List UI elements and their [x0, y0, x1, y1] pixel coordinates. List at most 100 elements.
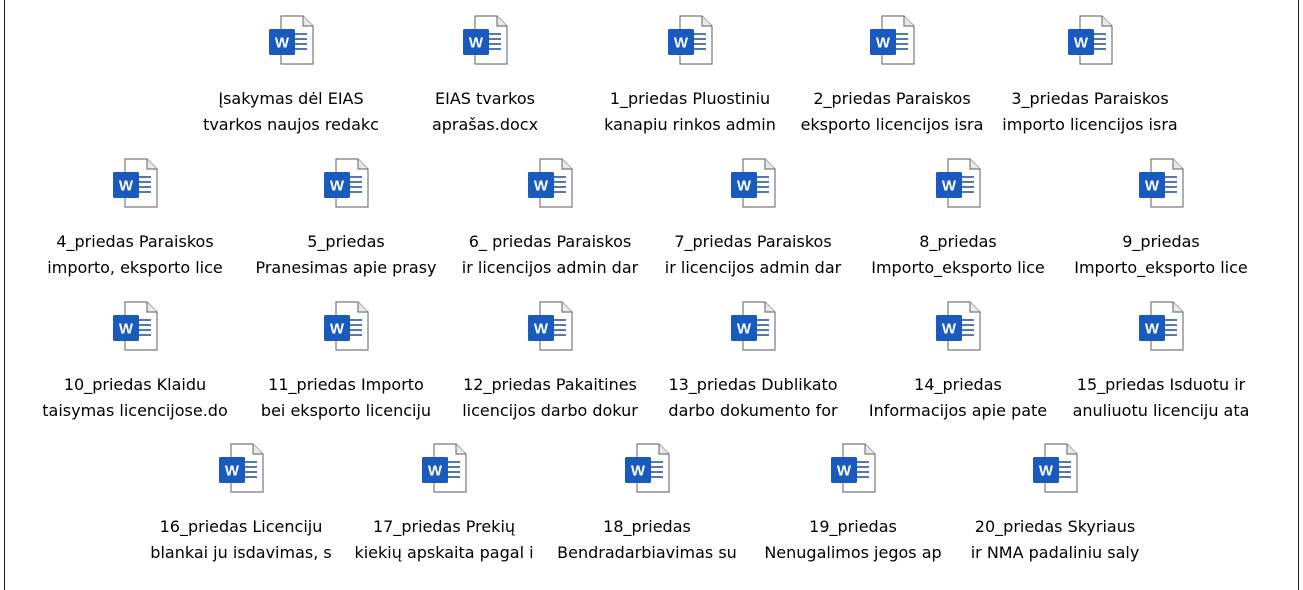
- word-document-icon: W: [211, 438, 271, 498]
- svg-text:W: W: [330, 321, 345, 338]
- word-document-icon: W: [520, 296, 580, 356]
- word-document-icon: W: [1025, 438, 1085, 498]
- file-name-label: 7_priedas Paraiskos ir licencijos admin …: [643, 229, 863, 281]
- file-item-22[interactable]: W 20_priedas Skyriaus ir NMA padaliniu s…: [945, 438, 1165, 573]
- file-item-15[interactable]: W 13_priedas Dublikato darbo dokumento f…: [643, 296, 863, 431]
- svg-text:W: W: [225, 463, 240, 480]
- file-name-line-2: importo licencijos isra: [1002, 115, 1178, 134]
- file-name-label: 3_priedas Paraiskos importo licencijos i…: [980, 86, 1200, 138]
- svg-text:W: W: [469, 35, 484, 52]
- file-name-line-1: 8_priedas: [919, 232, 997, 251]
- word-document-icon: W: [823, 438, 883, 498]
- word-document-icon: W: [316, 153, 376, 213]
- file-name-line-2: Bendradarbiavimas su: [557, 543, 737, 562]
- file-name-line-1: 2_priedas Paraiskos: [813, 89, 971, 108]
- file-item-7[interactable]: W 5_priedas Pranesimas apie prasy: [236, 153, 456, 288]
- file-name-label: 16_priedas Licenciju blankai ju isdavima…: [131, 514, 351, 566]
- file-item-20[interactable]: W 18_priedas Bendradarbiavimas su: [537, 438, 757, 573]
- file-name-line-1: 10_priedas Klaidu: [63, 375, 207, 394]
- file-item-13[interactable]: W 11_priedas Importo bei eksporto licenc…: [236, 296, 456, 431]
- file-item-4[interactable]: W 2_priedas Paraiskos eksporto licencijo…: [782, 10, 1002, 145]
- file-name-line-1: 16_priedas Licenciju: [159, 517, 323, 536]
- word-document-icon: W: [928, 153, 988, 213]
- file-name-label: 12_priedas Pakaitines licencijos darbo d…: [440, 372, 660, 424]
- word-document-icon: W: [414, 438, 474, 498]
- file-name-line-1: Įsakymas dėl EIAS: [218, 89, 364, 108]
- file-item-6[interactable]: W 4_priedas Paraiskos importo, eksporto …: [25, 153, 245, 288]
- svg-text:W: W: [942, 178, 957, 195]
- file-name-line-1: 19_priedas: [809, 517, 897, 536]
- file-name-line-1: 17_priedas Prekių: [372, 517, 516, 536]
- file-name-label: 20_priedas Skyriaus ir NMA padaliniu sal…: [945, 514, 1165, 566]
- file-name-label: 19_priedas Nenugalimos jegos ap: [743, 514, 963, 566]
- file-name-label: 13_priedas Dublikato darbo dokumento for: [643, 372, 863, 424]
- svg-text:W: W: [428, 463, 443, 480]
- file-name-line-1: 14_priedas: [914, 375, 1002, 394]
- file-name-line-1: 1_priedas Pluostiniu: [609, 89, 771, 108]
- file-name-line-2: tvarkos naujos redakc: [203, 115, 379, 134]
- svg-text:W: W: [534, 321, 549, 338]
- file-item-19[interactable]: W 17_priedas Prekių kiekių apskaita paga…: [334, 438, 554, 573]
- file-name-label: 11_priedas Importo bei eksporto licencij…: [236, 372, 456, 424]
- word-document-icon: W: [660, 10, 720, 70]
- file-name-line-1: 18_priedas: [603, 517, 691, 536]
- svg-text:W: W: [534, 178, 549, 195]
- file-name-label: 4_priedas Paraiskos importo, eksporto li…: [25, 229, 245, 281]
- file-name-line-1: EIAS tvarkos: [435, 89, 535, 108]
- file-name-line-1: 6_ priedas Paraiskos: [468, 232, 632, 251]
- file-name-line-2: kiekių apskaita pagal i: [354, 543, 534, 562]
- file-item-2[interactable]: W EIAS tvarkos aprašas.docx: [375, 10, 595, 145]
- svg-text:W: W: [275, 35, 290, 52]
- file-name-line-1: 3_priedas Paraiskos: [1011, 89, 1169, 108]
- file-name-line-2: ir licencijos admin dar: [664, 258, 842, 277]
- file-item-8[interactable]: W 6_ priedas Paraiskos ir licencijos adm…: [440, 153, 660, 288]
- file-item-14[interactable]: W 12_priedas Pakaitines licencijos darbo…: [440, 296, 660, 431]
- file-name-label: 5_priedas Pranesimas apie prasy: [236, 229, 456, 281]
- file-name-label: 2_priedas Paraiskos eksporto licencijos …: [782, 86, 1002, 138]
- word-document-icon: W: [1060, 10, 1120, 70]
- file-item-5[interactable]: W 3_priedas Paraiskos importo licencijos…: [980, 10, 1200, 145]
- svg-text:W: W: [119, 321, 134, 338]
- file-name-label: 6_ priedas Paraiskos ir licencijos admin…: [440, 229, 660, 281]
- file-name-line-1: 15_priedas Isduotu ir: [1076, 375, 1246, 394]
- file-name-line-1: 11_priedas Importo: [268, 375, 424, 394]
- word-document-icon: W: [862, 10, 922, 70]
- file-name-line-2: taisymas licencijose.do: [42, 401, 228, 420]
- file-name-line-1: 5_priedas: [307, 232, 385, 251]
- file-item-3[interactable]: W 1_priedas Pluostiniu kanapiu rinkos ad…: [580, 10, 800, 145]
- file-name-line-1: 12_priedas Pakaitines: [463, 375, 637, 394]
- file-name-label: 14_priedas Informacijos apie pate: [848, 372, 1068, 424]
- file-name-line-1: 9_priedas: [1122, 232, 1200, 251]
- file-item-10[interactable]: W 8_priedas Importo_eksporto lice: [848, 153, 1068, 288]
- svg-text:W: W: [1145, 321, 1160, 338]
- file-name-label: 1_priedas Pluostiniu kanapiu rinkos admi…: [580, 86, 800, 138]
- file-item-16[interactable]: W 14_priedas Informacijos apie pate: [848, 296, 1068, 431]
- file-item-18[interactable]: W 16_priedas Licenciju blankai ju isdavi…: [131, 438, 351, 573]
- file-name-label: 18_priedas Bendradarbiavimas su: [537, 514, 757, 566]
- word-document-icon: W: [316, 296, 376, 356]
- word-document-icon: W: [723, 296, 783, 356]
- file-item-11[interactable]: W 9_priedas Importo_eksporto lice: [1051, 153, 1271, 288]
- svg-text:W: W: [674, 35, 689, 52]
- word-document-icon: W: [105, 296, 165, 356]
- file-name-line-2: anuliuotu licenciju ata: [1072, 401, 1250, 420]
- file-item-12[interactable]: W 10_priedas Klaidu taisymas licencijose…: [25, 296, 245, 431]
- file-name-line-2: licencijos darbo dokur: [462, 401, 638, 420]
- svg-text:W: W: [1039, 463, 1054, 480]
- word-document-icon: W: [1131, 153, 1191, 213]
- file-name-line-2: darbo dokumento for: [668, 401, 838, 420]
- file-name-line-2: Informacijos apie pate: [868, 401, 1048, 420]
- file-name-line-2: Importo_eksporto lice: [871, 258, 1045, 277]
- file-item-1[interactable]: W Įsakymas dėl EIAS tvarkos naujos redak…: [181, 10, 401, 145]
- file-item-9[interactable]: W 7_priedas Paraiskos ir licencijos admi…: [643, 153, 863, 288]
- file-name-line-2: importo, eksporto lice: [47, 258, 223, 277]
- svg-text:W: W: [119, 178, 134, 195]
- file-name-line-1: 4_priedas Paraiskos: [56, 232, 214, 251]
- word-document-icon: W: [723, 153, 783, 213]
- file-name-line-1: 20_priedas Skyriaus: [974, 517, 1136, 536]
- file-name-line-2: blankai ju isdavimas, s: [150, 543, 332, 562]
- file-item-17[interactable]: W 15_priedas Isduotu ir anuliuotu licenc…: [1051, 296, 1271, 431]
- file-name-line-1: 13_priedas Dublikato: [668, 375, 838, 394]
- file-item-21[interactable]: W 19_priedas Nenugalimos jegos ap: [743, 438, 963, 573]
- word-document-icon: W: [520, 153, 580, 213]
